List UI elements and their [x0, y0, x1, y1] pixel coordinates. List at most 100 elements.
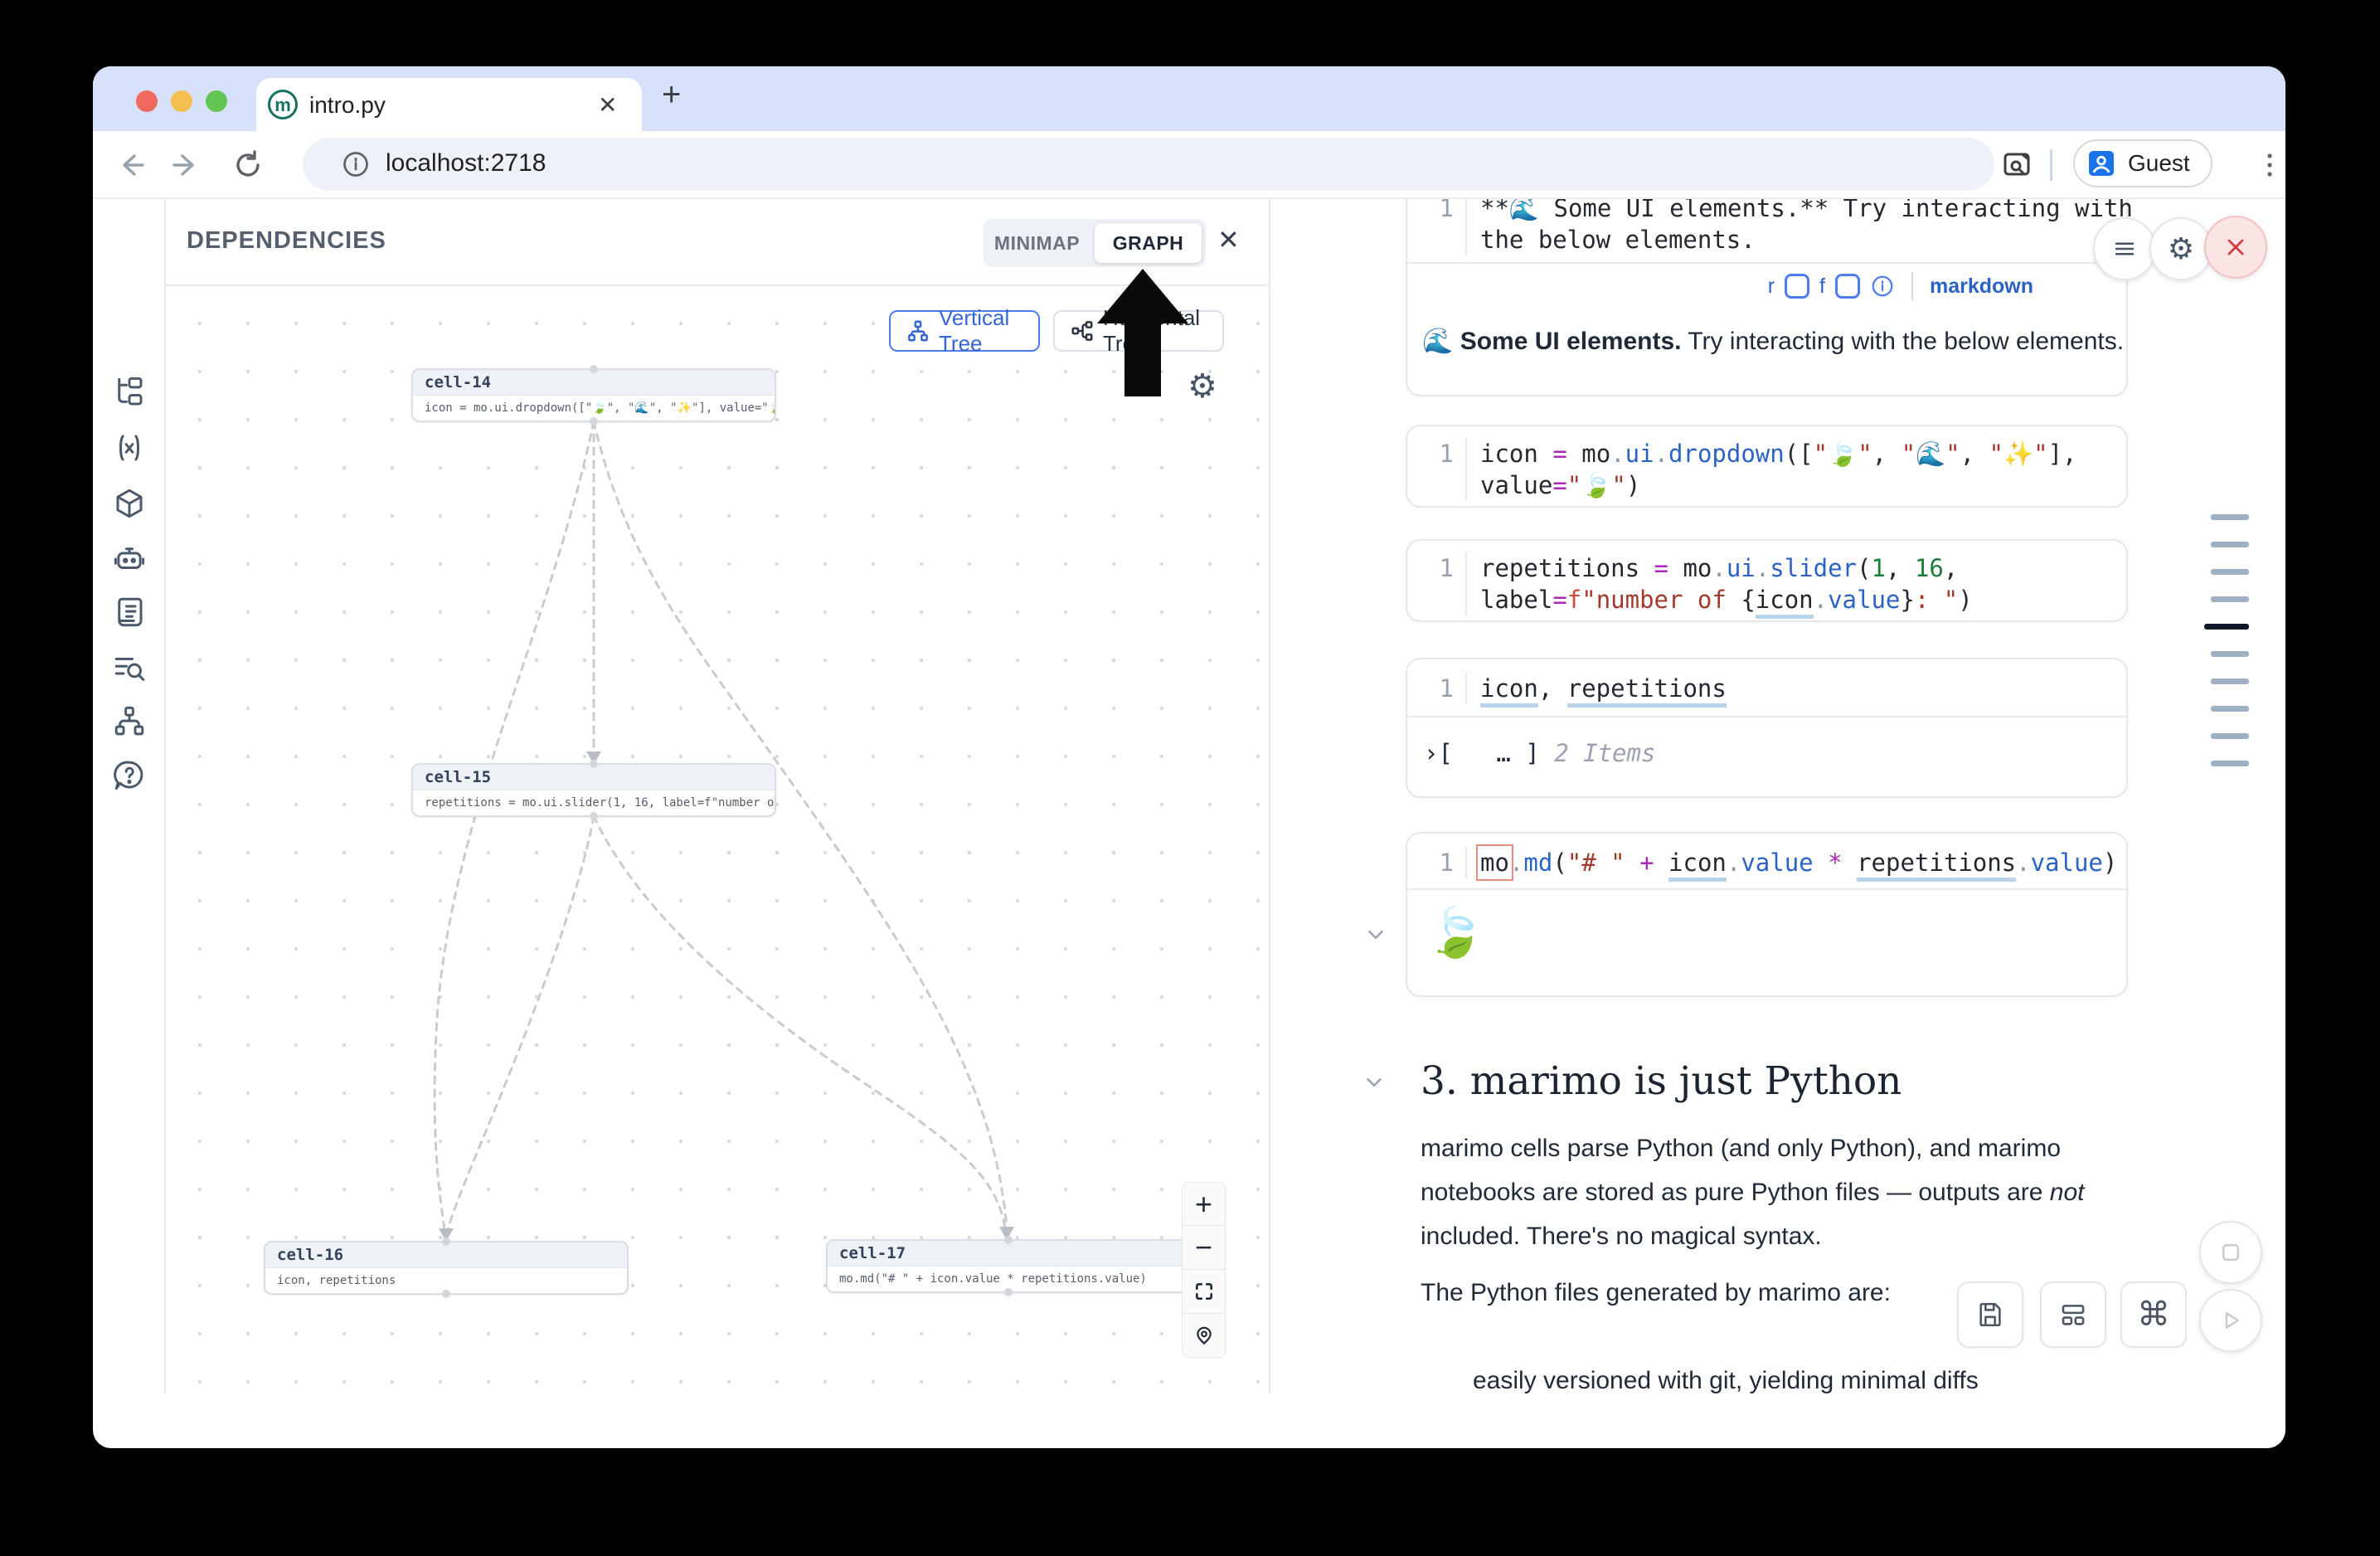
code-token: md [1523, 849, 1552, 877]
browser-menu-icon[interactable] [2252, 148, 2285, 182]
stop-button[interactable] [2199, 1221, 2262, 1284]
code-editor[interactable]: **🌊 Some UI elements.** Try interacting … [1467, 199, 2133, 255]
graph-node[interactable]: cell-16icon, repetitions [264, 1241, 629, 1295]
code-token: slider [1770, 554, 1857, 582]
code-editor[interactable]: repetitions = mo.ui.slider(1, 16,label=f… [1467, 552, 1973, 615]
close-x-icon [2222, 234, 2249, 260]
back-icon[interactable] [113, 148, 148, 182]
code-token: icon [1480, 440, 1552, 468]
packages-icon[interactable] [112, 486, 147, 521]
tuple-output[interactable]: ›[ … ] 2 Items [1407, 717, 2126, 767]
markdown-cell[interactable]: 1 **🌊 Some UI elements.** Try interactin… [1406, 199, 2128, 396]
graph-canvas[interactable]: cell-14icon = mo.ui.dropdown(["🍃", "🌊", … [166, 286, 1269, 1393]
format-label: f [1819, 275, 1825, 299]
graph-node-title: cell-15 [413, 765, 775, 790]
format-checkbox[interactable] [1835, 274, 1860, 299]
tab-close-icon[interactable]: ✕ [598, 91, 617, 119]
forward-icon[interactable] [169, 148, 204, 182]
horizontal-tree-icon [1070, 318, 1095, 343]
center-view-button[interactable] [1182, 1314, 1226, 1358]
code-token: icon [1756, 586, 1814, 619]
save-icon [1976, 1301, 2004, 1329]
snippets-icon[interactable] [112, 650, 147, 685]
paragraph-text: included. There's no magical syntax. [1421, 1223, 1822, 1250]
zoom-out-button[interactable]: − [1182, 1226, 1226, 1270]
notebook-settings-button[interactable]: ⚙ [2149, 217, 2212, 280]
dropdown-code-cell[interactable]: 1 icon = mo.ui.dropdown(["🍃", "🌊", "✨"],… [1406, 425, 2128, 508]
leaf-output: 🍃 [1407, 890, 2126, 961]
graph-node[interactable]: cell-15repetitions = mo.ui.slider(1, 16,… [411, 763, 776, 817]
panel-close-icon[interactable]: ✕ [1217, 224, 1240, 255]
code-token: , [1886, 554, 1915, 582]
vertical-tree-button[interactable]: Vertical Tree [889, 310, 1040, 352]
line-number: 1 [1407, 673, 1467, 704]
cell-nav-mark[interactable] [2211, 733, 2249, 739]
url-bar[interactable]: localhost:2718 [303, 138, 1994, 191]
fit-view-button[interactable] [1182, 1270, 1226, 1314]
tab-search-icon[interactable] [2000, 148, 2035, 182]
marimo-favicon-icon: m [268, 90, 298, 119]
info-icon[interactable] [1870, 274, 1895, 299]
dependency-graph-icon[interactable] [112, 704, 147, 739]
traffic-minimize-button[interactable] [171, 90, 192, 112]
ai-assistant-icon[interactable] [112, 542, 147, 576]
md-code-cell[interactable]: 1 mo.md("# " + icon.value * repetitions.… [1406, 832, 2128, 997]
slider-code-cell[interactable]: 1 repetitions = mo.ui.slider(1, 16,label… [1406, 539, 2128, 622]
zoom-in-button[interactable]: + [1182, 1182, 1226, 1226]
command-palette-button[interactable]: ⌘ [2120, 1281, 2187, 1348]
section-chevron-icon[interactable] [1362, 1070, 1387, 1095]
layout-button[interactable] [2040, 1281, 2106, 1348]
markdown-output: 🌊 Some UI elements. Try interacting with… [1407, 309, 2126, 356]
file-explorer-icon[interactable] [112, 375, 147, 410]
code-editor[interactable]: icon, repetitions [1467, 673, 1727, 704]
cell-nav-mark[interactable] [2211, 596, 2249, 602]
code-editor[interactable]: mo.md("# " + icon.value * repetitions.va… [1467, 847, 2117, 878]
collapse-chevron-icon[interactable] [1363, 922, 1388, 947]
cell-nav-mark[interactable] [2211, 651, 2249, 657]
graph-settings-icon[interactable]: ⚙ [1188, 367, 1217, 406]
hamburger-icon [2112, 236, 2137, 261]
traffic-zoom-button[interactable] [206, 90, 227, 112]
reactive-checkbox[interactable] [1785, 274, 1809, 299]
location-pin-icon [1193, 1325, 1215, 1346]
code-token: value [1480, 471, 1552, 499]
cell-nav-mark[interactable] [2211, 514, 2249, 520]
graph-tab[interactable]: GRAPH [1095, 223, 1202, 263]
save-button[interactable] [1957, 1281, 2023, 1348]
site-info-icon[interactable] [341, 149, 371, 179]
variables-icon[interactable] [112, 430, 147, 465]
cell-nav-mark[interactable] [2211, 569, 2249, 575]
new-tab-button[interactable]: + [662, 76, 681, 114]
panel-title: DEPENDENCIES [187, 227, 386, 255]
browser-tab[interactable]: m intro.py ✕ [256, 78, 642, 131]
graph-node[interactable]: cell-14icon = mo.ui.dropdown(["🍃", "🌊", … [411, 368, 776, 422]
code-token: * [1828, 849, 1842, 877]
graph-node-title: cell-16 [265, 1242, 627, 1268]
cell-nav-mark[interactable] [2211, 706, 2249, 712]
horizontal-tree-button[interactable]: Horizontal Tree [1053, 310, 1224, 352]
run-button[interactable] [2199, 1289, 2262, 1352]
layout-icon [2059, 1301, 2087, 1329]
profile-button[interactable]: Guest [2073, 139, 2212, 187]
gear-icon: ⚙ [2168, 231, 2194, 266]
tab-title: intro.py [309, 92, 386, 119]
notebook-menu-button[interactable] [2093, 217, 2156, 280]
cell-nav-mark[interactable] [2211, 678, 2249, 684]
minimap-tab[interactable]: MINIMAP [984, 232, 1090, 255]
code-token: ([ [1785, 440, 1814, 468]
reload-icon[interactable] [231, 148, 265, 182]
help-icon[interactable] [112, 758, 147, 793]
code-token: . [1610, 440, 1625, 468]
cell-nav-mark[interactable] [2204, 624, 2249, 630]
traffic-close-button[interactable] [136, 90, 158, 112]
expand-chevron-icon[interactable]: › [1424, 739, 1438, 767]
code-token: f [1567, 586, 1581, 614]
cell-nav-mark[interactable] [2211, 542, 2249, 547]
tuple-code-cell[interactable]: 1 icon, repetitions ›[ … ] 2 Items [1406, 658, 2128, 798]
cell-nav-mark[interactable] [2211, 761, 2249, 766]
graph-node[interactable]: cell-17mo.md("# " + icon.value * repetit… [826, 1239, 1191, 1293]
logs-icon[interactable] [112, 595, 147, 630]
shutdown-button[interactable] [2204, 216, 2267, 279]
code-token [1843, 849, 1857, 877]
code-editor[interactable]: icon = mo.ui.dropdown(["🍃", "🌊", "✨"],va… [1467, 438, 2077, 501]
